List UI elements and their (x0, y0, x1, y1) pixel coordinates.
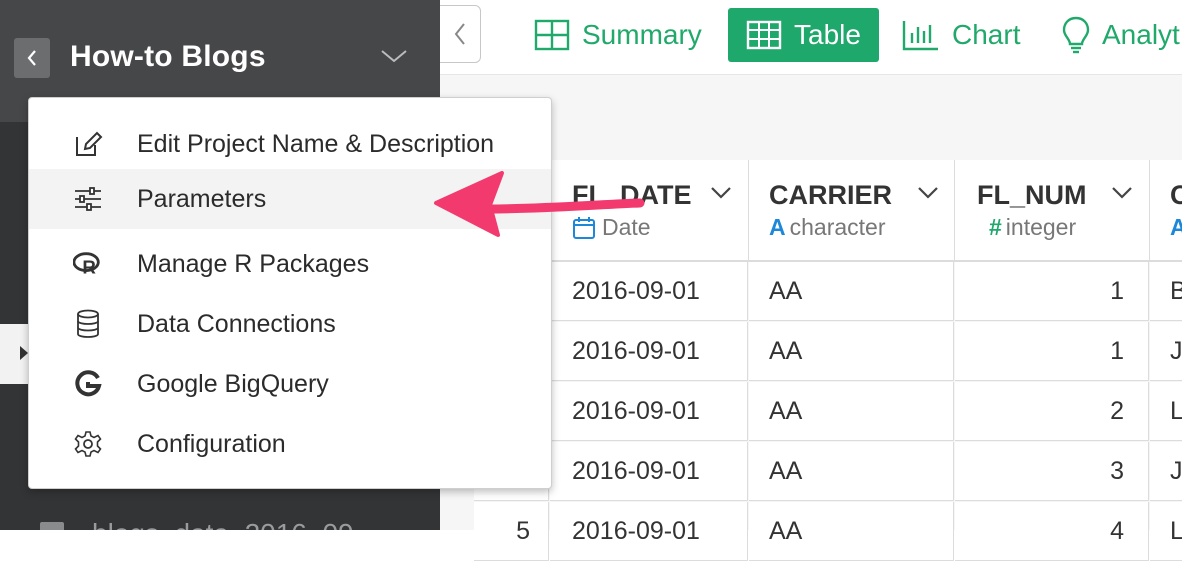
column-name: C (1170, 180, 1182, 210)
cell-next-column[interactable]: B (1150, 262, 1182, 321)
menu-item-google-bigquery[interactable]: Google BigQuery (29, 354, 551, 414)
summary-grid-icon (534, 19, 570, 51)
cell-next-column[interactable]: J (1150, 442, 1182, 501)
cell-carrier[interactable]: AA (749, 442, 954, 501)
chevron-left-icon (454, 23, 465, 45)
menu-item-label: Parameters (137, 184, 267, 213)
column-type-label: character (789, 214, 886, 240)
cell-fl-num[interactable]: 3 (955, 442, 1149, 501)
row-number-cell[interactable]: 5 (474, 502, 549, 561)
cell-fl-num[interactable]: 1 (955, 262, 1149, 321)
menu-item-label: Configuration (137, 429, 286, 458)
cell-next-column[interactable]: L (1150, 502, 1182, 561)
tab-label: Analyt (1102, 19, 1180, 50)
cell-next-column[interactable]: L (1150, 382, 1182, 441)
project-title[interactable]: How-to Blogs (70, 40, 266, 74)
tab-label: Table (794, 19, 861, 50)
chevron-down-icon[interactable] (710, 186, 732, 200)
annotation-arrow (434, 171, 645, 237)
column-header-next[interactable]: C A (1150, 160, 1182, 262)
menu-item-label: Edit Project Name & Description (137, 129, 495, 158)
svg-text:R: R (82, 256, 96, 277)
tab-summary[interactable]: Summary (534, 8, 702, 62)
tab-label: Summary (582, 19, 702, 50)
menu-item-configuration[interactable]: Configuration (29, 414, 551, 474)
collapse-sidebar-button[interactable] (440, 5, 481, 63)
column-header-carrier[interactable]: CARRIER A character (749, 160, 955, 262)
sidebar-item[interactable]: blogs_data_2016_09 (40, 516, 360, 530)
google-icon (73, 369, 103, 399)
r-logo-icon: R (73, 249, 103, 279)
column-name: CARRIER (769, 180, 893, 210)
database-icon (73, 309, 103, 339)
menu-item-data-connections[interactable]: Data Connections (29, 294, 551, 354)
lightbulb-icon (1062, 16, 1090, 54)
cell-fl-num[interactable]: 4 (955, 502, 1149, 561)
cell-carrier[interactable]: AA (749, 322, 954, 381)
back-button[interactable] (14, 38, 50, 78)
column-type: A (1170, 214, 1182, 241)
menu-item-label: Google BigQuery (137, 369, 329, 398)
integer-type-icon: # (989, 214, 1002, 240)
table-icon (746, 20, 782, 50)
cell-next-column[interactable]: J (1150, 322, 1182, 381)
column-type-label: integer (1005, 214, 1077, 240)
tab-analytics[interactable]: Analyt (1062, 8, 1180, 62)
column-header-fl-num[interactable]: FL_NUM # integer (955, 160, 1150, 262)
cell-fl-date[interactable]: 2016-09-01 (550, 382, 748, 441)
chevron-down-icon[interactable] (1111, 186, 1133, 200)
chevron-left-icon (27, 50, 36, 66)
bar-chart-icon (902, 19, 940, 51)
expand-caret-icon[interactable] (20, 346, 28, 360)
cell-fl-num[interactable]: 1 (955, 322, 1149, 381)
cell-fl-date[interactable]: 2016-09-01 (550, 442, 748, 501)
cell-fl-date[interactable]: 2016-09-01 (550, 322, 748, 381)
project-menu-dropdown: Edit Project Name & Description Paramete… (28, 97, 552, 489)
edit-icon (73, 129, 103, 159)
cell-carrier[interactable]: AA (749, 502, 954, 561)
tab-table[interactable]: Table (728, 8, 879, 62)
chevron-down-icon[interactable] (380, 46, 408, 66)
menu-item-label: Data Connections (137, 309, 336, 338)
column-type: A character (769, 214, 886, 241)
cell-fl-date[interactable]: 2016-09-01 (550, 262, 748, 321)
menu-item-label: Manage R Packages (137, 249, 370, 278)
chevron-down-icon[interactable] (917, 186, 939, 200)
column-name: FL_NUM (977, 180, 1087, 210)
tab-label: Chart (952, 19, 1021, 50)
table-icon (40, 522, 64, 530)
cell-carrier[interactable]: AA (749, 382, 954, 441)
character-type-icon: A (1170, 214, 1182, 240)
gear-icon (73, 429, 103, 459)
sidebar-item-label: blogs_data_2016_09 (92, 518, 354, 530)
sliders-icon (73, 184, 103, 214)
cell-carrier[interactable]: AA (749, 262, 954, 321)
cell-fl-num[interactable]: 2 (955, 382, 1149, 441)
cell-fl-date[interactable]: 2016-09-01 (550, 502, 748, 561)
column-type: # integer (989, 214, 1076, 241)
tab-chart[interactable]: Chart (902, 8, 1020, 62)
character-type-icon: A (769, 214, 786, 240)
